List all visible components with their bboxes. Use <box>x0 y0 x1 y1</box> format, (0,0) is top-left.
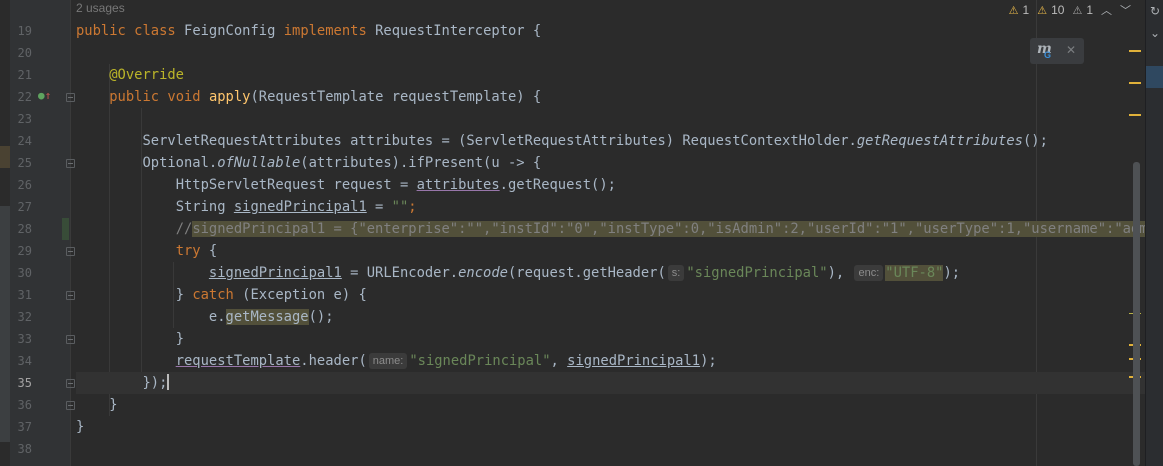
code-line-22: public void apply(RequestTemplate reques… <box>109 89 542 105</box>
chevron-down-icon[interactable]: ⌄ <box>1148 26 1162 40</box>
line-number[interactable]: 28 <box>10 218 32 240</box>
vcs-change-bar[interactable] <box>62 218 69 240</box>
param-hint: s: <box>667 265 685 281</box>
code-line-35: }); <box>76 372 1145 394</box>
code-editor[interactable]: 19 20 21 22 23 24 25 26 27 28 29 30 31 32 33 34 35 36 37 38… <box>0 0 1163 466</box>
vertical-scrollbar[interactable] <box>1133 162 1140 466</box>
warning-icon: ⚠ <box>1037 4 1048 17</box>
line-number[interactable]: 22 <box>10 86 32 108</box>
line-number[interactable]: 31 <box>10 284 32 306</box>
code-line-29: try { <box>175 243 218 259</box>
fold-icon[interactable] <box>66 247 75 256</box>
line-number[interactable]: 20 <box>10 42 32 64</box>
line-number[interactable]: 25 <box>10 152 32 174</box>
tool-window-selected[interactable] <box>1146 66 1163 88</box>
code-area[interactable]: public class FeignConfig implements Requ… <box>76 20 1163 460</box>
scroll-marker <box>0 206 10 442</box>
error-stripe-mark[interactable] <box>1129 114 1141 116</box>
error-stripe-mark[interactable] <box>1129 82 1141 84</box>
fold-icon[interactable] <box>66 379 75 388</box>
usages-hint[interactable]: 2 usages <box>76 1 125 15</box>
implements-method-icon[interactable]: ●↑ <box>38 90 52 102</box>
code-line-19: public class FeignConfig implements Requ… <box>76 23 542 39</box>
line-number[interactable]: 19 <box>10 20 32 42</box>
line-number[interactable]: 34 <box>10 350 32 372</box>
refresh-icon[interactable]: ↻ <box>1148 4 1162 18</box>
line-number[interactable]: 24 <box>10 130 32 152</box>
code-line-31: } catch (Exception e) { <box>175 287 367 303</box>
line-number[interactable]: 36 <box>10 394 32 416</box>
left-tool-strip <box>0 0 10 466</box>
code-line-33: } <box>175 331 184 347</box>
code-line-36: } <box>109 397 118 413</box>
code-line-28: //signedPrincipal1 = {"enterprise":"","i… <box>76 218 1163 240</box>
fold-icon[interactable] <box>66 93 75 102</box>
line-number[interactable]: 37 <box>10 416 32 438</box>
line-number[interactable]: 27 <box>10 196 32 218</box>
code-line-30: signedPrincipal1 = URLEncoder.encode(req… <box>208 265 961 281</box>
weak-warning-icon: ⚠ <box>1072 4 1083 17</box>
line-number[interactable]: 26 <box>10 174 32 196</box>
chevron-up-icon[interactable]: ︿ <box>1101 2 1112 18</box>
text-caret <box>167 374 170 390</box>
code-line-27: String signedPrincipal1 = ""; <box>175 199 417 215</box>
change-marker <box>0 146 10 168</box>
warning-icon: ⚠ <box>1008 4 1019 17</box>
code-line-25: Optional.ofNullable(attributes).ifPresen… <box>142 155 542 171</box>
code-line-34: requestTemplate.header(name: "signedPrinc… <box>175 353 717 369</box>
fold-icon[interactable] <box>66 159 75 168</box>
param-hint: name: <box>368 353 408 369</box>
chevron-down-icon[interactable]: ﹀ <box>1120 2 1131 18</box>
right-tool-panel: ↻ ⌄ <box>1145 0 1163 466</box>
line-number[interactable]: 29 <box>10 240 32 262</box>
line-number[interactable]: 33 <box>10 328 32 350</box>
line-number[interactable]: 32 <box>10 306 32 328</box>
line-number[interactable]: 21 <box>10 64 32 86</box>
error-stripe-mark[interactable] <box>1129 50 1141 52</box>
code-line-24: ServletRequestAttributes attributes = (S… <box>142 133 1048 149</box>
param-hint: enc: <box>854 265 884 281</box>
line-number[interactable]: 35 <box>10 372 32 394</box>
code-line-32: e.getMessage(); <box>208 309 334 325</box>
inspection-widget[interactable]: ⚠ 1 ⚠ 10 ⚠ 1 ︿ ﹀ <box>1009 2 1131 18</box>
maven-reload-popup[interactable]: m G ✕ <box>1030 38 1084 64</box>
line-number[interactable]: 38 <box>10 438 32 460</box>
fold-icon[interactable] <box>66 401 75 410</box>
code-line-21: @Override <box>109 67 184 83</box>
line-number[interactable]: 30 <box>10 262 32 284</box>
line-number[interactable]: 23 <box>10 108 32 130</box>
code-line-37: } <box>76 419 85 435</box>
fold-icon[interactable] <box>66 291 75 300</box>
code-line-26: HttpServletRequest request = attributes.… <box>175 177 616 193</box>
fold-icon[interactable] <box>66 335 75 344</box>
close-icon[interactable]: ✕ <box>1066 43 1076 57</box>
